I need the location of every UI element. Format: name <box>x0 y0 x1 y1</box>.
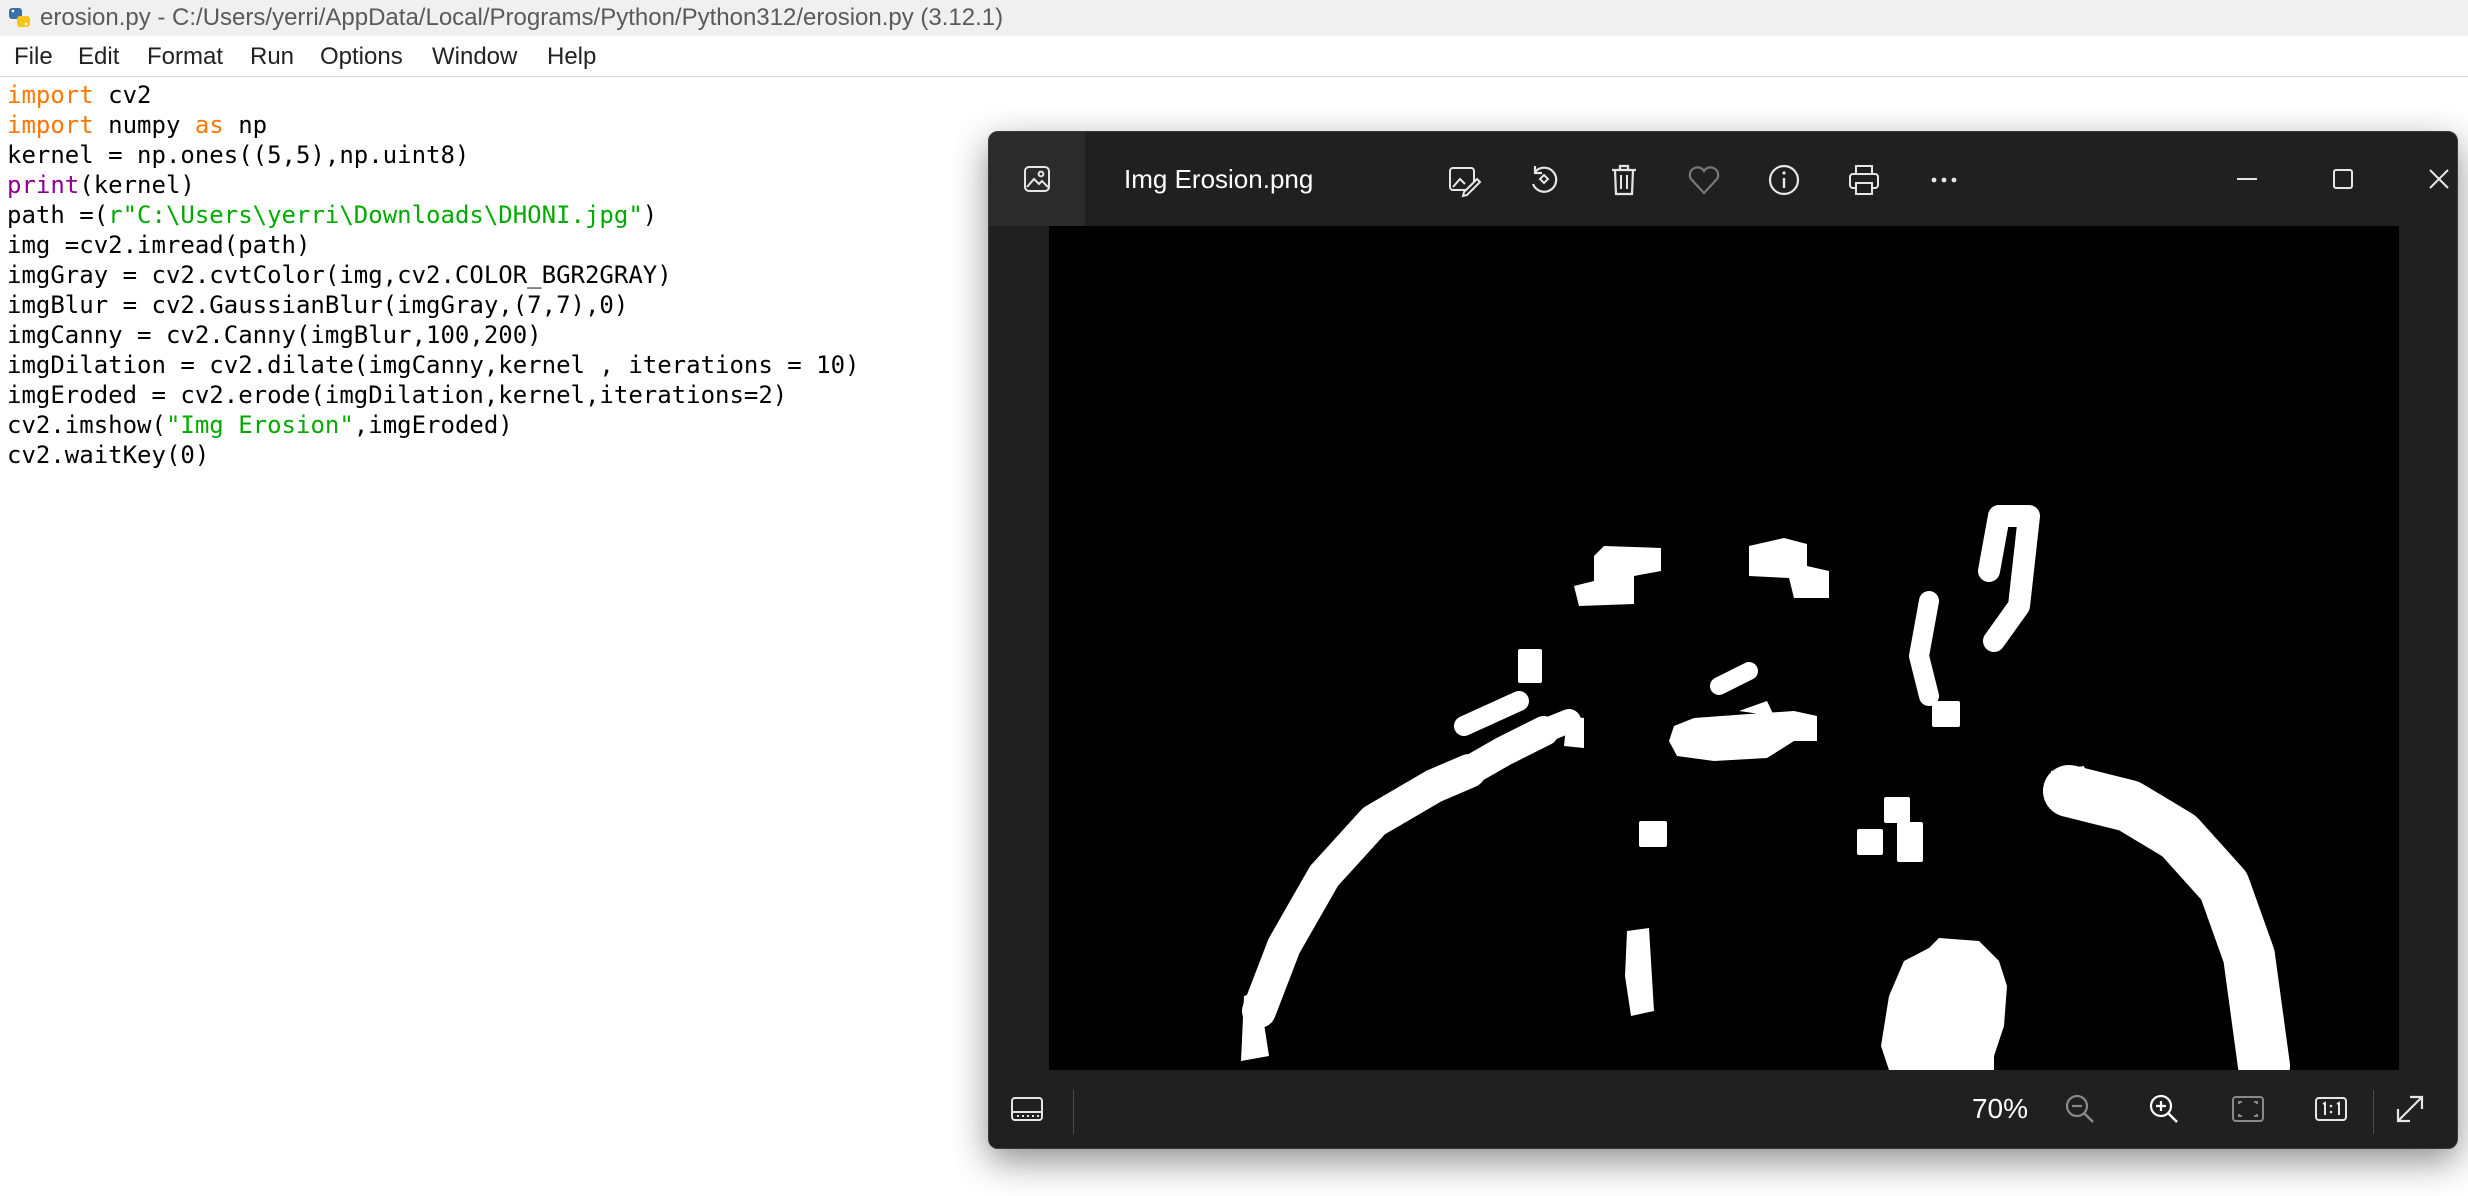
favorite-icon <box>1688 166 1720 195</box>
window-title: erosion.py - C:/Users/yerri/AppData/Loca… <box>40 4 1004 31</box>
menu-run[interactable]: Run <box>250 43 294 71</box>
zoom-level: 70% <box>1971 1093 2028 1124</box>
edit-image-icon <box>1449 167 1482 198</box>
code-token: imgCanny = cv2.Canny(imgBlur,100,200) <box>7 321 542 349</box>
code-line[interactable]: imgCanny = cv2.Canny(imgBlur,100,200) <box>7 320 860 350</box>
fit-to-window-icon <box>2232 1096 2264 1122</box>
code-token: as <box>194 111 224 139</box>
code-line[interactable]: print(kernel) <box>7 170 860 200</box>
code-token: ,imgEroded) <box>353 411 513 439</box>
code-token: cv2.imshow( <box>7 411 166 439</box>
maximize-icon <box>2333 169 2353 189</box>
code-token: path =( <box>7 201 109 229</box>
menu-window[interactable]: Window <box>432 43 517 71</box>
favorite-button[interactable] <box>1681 157 1727 203</box>
code-token: (kernel) <box>79 171 195 199</box>
code-line[interactable]: import cv2 <box>7 80 860 110</box>
code-token: cv2 <box>93 81 152 109</box>
code-token: np <box>223 111 268 139</box>
more-button[interactable] <box>1921 157 1967 203</box>
info-icon <box>1768 164 1800 196</box>
maximize-button[interactable] <box>2317 154 2369 204</box>
zoom-out-icon <box>2065 1094 2094 1123</box>
rotate-button[interactable] <box>1521 157 1567 203</box>
code-token: "Img Erosion" <box>165 411 354 439</box>
image-canvas[interactable] <box>1049 226 2399 1070</box>
zoom-out-button[interactable] <box>2056 1086 2104 1132</box>
menu-format[interactable]: Format <box>147 43 223 71</box>
code-token: r"C:\Users\yerri\Downloads\DHONI.jpg" <box>108 201 643 229</box>
gallery-icon <box>1024 166 1050 192</box>
zoom-in-icon <box>2149 1094 2178 1123</box>
code-line[interactable]: imgEroded = cv2.erode(imgDilation,kernel… <box>7 380 860 410</box>
code-token: ) <box>642 201 658 229</box>
delete-icon <box>1612 164 1636 196</box>
viewer-toolbar: Img Erosion.png <box>989 132 2457 226</box>
menu-bar: File Edit Format Run Options Window Help <box>0 38 2468 77</box>
code-token: imgGray = cv2.cvtColor(img,cv2.COLOR_BGR… <box>7 261 672 289</box>
info-button[interactable] <box>1761 157 1807 203</box>
bottom-separator-2 <box>2373 1090 2374 1134</box>
minimize-icon <box>2237 178 2257 180</box>
close-button[interactable] <box>2413 154 2457 204</box>
code-token: kernel = np.ones((5,5),np.uint8) <box>7 141 470 169</box>
menu-edit[interactable]: Edit <box>78 43 119 71</box>
code-token: img =cv2.imread(path) <box>7 231 311 259</box>
code-token: cv2.waitKey(0) <box>7 441 210 469</box>
window-titlebar: erosion.py - C:/Users/yerri/AppData/Loca… <box>0 0 2468 36</box>
code-line[interactable]: path =(r"C:\Users\yerri\Downloads\DHONI.… <box>7 200 860 230</box>
code-line[interactable]: imgBlur = cv2.GaussianBlur(imgGray,(7,7)… <box>7 290 860 320</box>
menu-help[interactable]: Help <box>547 43 596 71</box>
actual-size-icon <box>2315 1097 2347 1121</box>
code-line[interactable]: img =cv2.imread(path) <box>7 230 860 260</box>
code-line[interactable]: import numpy as np <box>7 110 860 140</box>
rotate-icon <box>1531 166 1558 193</box>
code-line[interactable]: imgDilation = cv2.dilate(imgCanny,kernel… <box>7 350 860 380</box>
code-token: import <box>7 111 94 139</box>
gallery-button[interactable] <box>989 132 1085 226</box>
code-line[interactable]: imgGray = cv2.cvtColor(img,cv2.COLOR_BGR… <box>7 260 860 290</box>
more-icon <box>1931 177 1957 183</box>
photos-viewer-window: Img Erosion.png 70% <box>988 131 2458 1149</box>
image-filename: Img Erosion.png <box>1124 164 1314 194</box>
eroded-image <box>1241 505 2290 1070</box>
print-button[interactable] <box>1841 157 1887 203</box>
code-token: print <box>7 171 80 199</box>
code-token: imgDilation = cv2.dilate(imgCanny,kernel… <box>7 351 860 379</box>
code-line[interactable]: kernel = np.ones((5,5),np.uint8) <box>7 140 860 170</box>
code-line[interactable]: cv2.imshow("Img Erosion",imgEroded) <box>7 410 860 440</box>
close-icon <box>2429 169 2449 189</box>
full-screen-button[interactable] <box>2386 1086 2434 1132</box>
actual-size-button[interactable] <box>2307 1086 2355 1132</box>
code-token: numpy <box>93 111 195 139</box>
filmstrip-button[interactable] <box>1003 1086 1051 1132</box>
bottom-separator <box>1073 1090 1074 1134</box>
delete-button[interactable] <box>1601 157 1647 203</box>
filmstrip-icon <box>1011 1097 1043 1121</box>
viewer-bottom-bar: 70% <box>989 1070 2457 1148</box>
code-token: imgEroded = cv2.erode(imgDilation,kernel… <box>7 381 788 409</box>
minimize-button[interactable] <box>2221 154 2273 204</box>
code-line[interactable]: cv2.waitKey(0) <box>7 440 860 470</box>
code-text[interactable]: import cv2 import numpy as np kernel = np.… <box>7 80 860 470</box>
code-token: import <box>7 81 94 109</box>
code-token: imgBlur = cv2.GaussianBlur(imgGray,(7,7)… <box>7 291 629 319</box>
print-icon <box>1849 165 1879 195</box>
fit-to-window-button[interactable] <box>2224 1086 2272 1132</box>
python-icon <box>6 6 36 30</box>
zoom-in-button[interactable] <box>2140 1086 2188 1132</box>
menu-file[interactable]: File <box>14 43 53 71</box>
edit-image-button[interactable] <box>1441 157 1487 203</box>
full-screen-icon <box>2396 1095 2424 1123</box>
menu-options[interactable]: Options <box>320 43 403 71</box>
